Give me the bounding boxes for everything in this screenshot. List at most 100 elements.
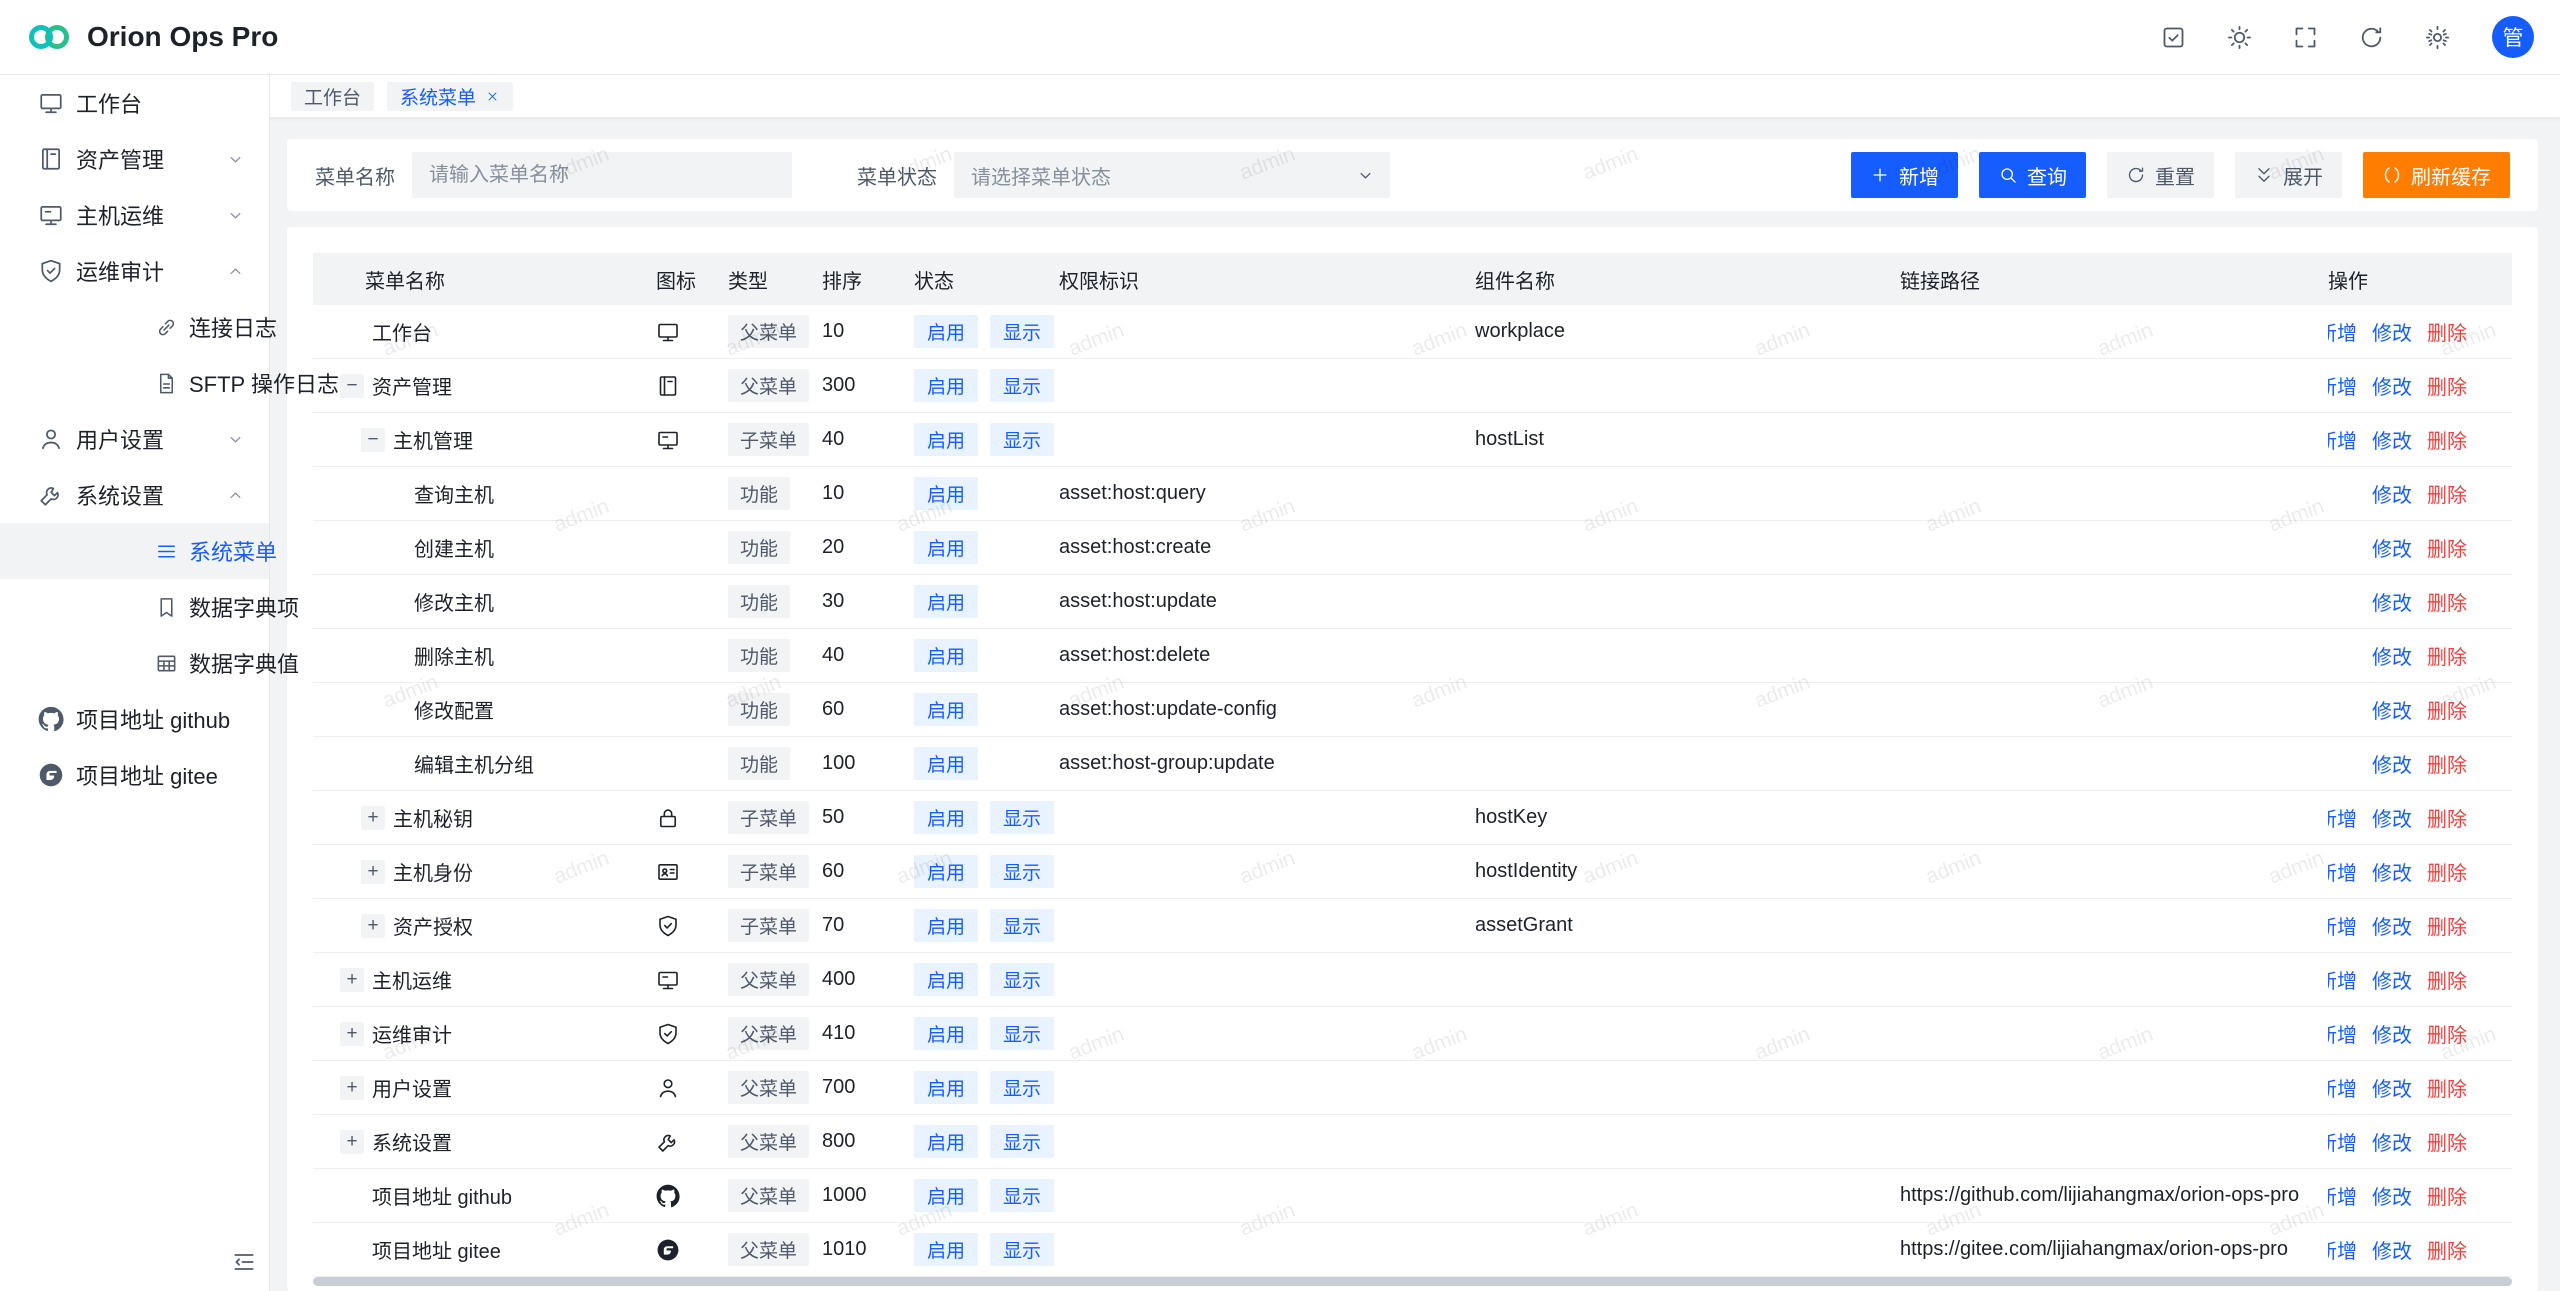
row-action-edit[interactable]: 修改	[2372, 1019, 2412, 1048]
row-action-delete[interactable]: 删除	[2427, 317, 2467, 346]
close-icon[interactable]	[485, 89, 500, 104]
refresh-cache-button[interactable]: 刷新缓存	[2363, 152, 2510, 198]
refresh-icon[interactable]	[2358, 24, 2385, 51]
sort-value: 800	[822, 1115, 914, 1168]
row-action-edit[interactable]: 修改	[2372, 425, 2412, 454]
table-icon	[155, 652, 178, 675]
menu-name: 删除主机	[414, 641, 494, 670]
component-value	[1475, 953, 1900, 1006]
horizontal-scrollbar[interactable]	[313, 1277, 2512, 1286]
expand-row-button[interactable]: +	[361, 914, 385, 938]
sidebar-item[interactable]: 运维审计	[0, 243, 269, 299]
row-action-add[interactable]: 新增	[2328, 911, 2357, 940]
settings-icon[interactable]	[2424, 24, 2451, 51]
row-action-edit[interactable]: 修改	[2372, 857, 2412, 886]
column-header: 权限标识	[1059, 253, 1475, 305]
row-action-add[interactable]: 新增	[2328, 965, 2357, 994]
row-action-add[interactable]: 新增	[2328, 1235, 2357, 1264]
row-action-delete[interactable]: 删除	[2427, 371, 2467, 400]
sidebar-subitem[interactable]: SFTP 操作日志	[0, 355, 269, 411]
sidebar-item[interactable]: 工作台	[0, 75, 269, 131]
permission-value: asset:host-group:update	[1059, 737, 1475, 790]
row-action-add[interactable]: 新增	[2328, 1181, 2357, 1210]
sidebar-item[interactable]: 用户设置	[0, 411, 269, 467]
collapse-sidebar-button[interactable]	[231, 1249, 257, 1275]
row-action-delete[interactable]: 删除	[2427, 533, 2467, 562]
sidebar-item[interactable]: 资产管理	[0, 131, 269, 187]
sidebar-subitem[interactable]: 数据字典项	[0, 579, 269, 635]
row-action-add[interactable]: 新增	[2328, 317, 2357, 346]
row-action-edit[interactable]: 修改	[2372, 479, 2412, 508]
expand-row-button[interactable]: +	[340, 1130, 364, 1154]
reset-button[interactable]: 重置	[2107, 152, 2214, 198]
row-action-add[interactable]: 新增	[2328, 425, 2357, 454]
reset-icon	[2126, 165, 2146, 185]
row-action-edit[interactable]: 修改	[2372, 1073, 2412, 1102]
row-action-edit[interactable]: 修改	[2372, 1127, 2412, 1156]
expand-row-button[interactable]: +	[340, 968, 364, 992]
row-action-edit[interactable]: 修改	[2372, 317, 2412, 346]
search-button[interactable]: 查询	[1979, 152, 2086, 198]
menu-name-input[interactable]	[412, 152, 792, 198]
row-action-edit[interactable]: 修改	[2372, 803, 2412, 832]
row-action-add[interactable]: 新增	[2328, 857, 2357, 886]
row-action-delete[interactable]: 删除	[2427, 965, 2467, 994]
fullscreen-icon[interactable]	[2292, 24, 2319, 51]
row-action-delete[interactable]: 删除	[2427, 749, 2467, 778]
tab[interactable]: 工作台	[291, 82, 374, 111]
row-action-edit[interactable]: 修改	[2372, 641, 2412, 670]
sidebar-subitem[interactable]: 连接日志	[0, 299, 269, 355]
table-row: 创建主机功能20启用asset:host:create修改删除	[313, 521, 2512, 575]
row-action-add[interactable]: 新增	[2328, 371, 2357, 400]
sidebar-item[interactable]: 项目地址 github	[0, 691, 269, 747]
avatar[interactable]: 管	[2492, 16, 2534, 58]
column-header: 排序	[822, 253, 914, 305]
row-action-add[interactable]: 新增	[2328, 1019, 2357, 1048]
expand-row-button[interactable]: +	[340, 1022, 364, 1046]
row-action-delete[interactable]: 删除	[2427, 1235, 2467, 1264]
row-action-delete[interactable]: 删除	[2427, 1181, 2467, 1210]
row-action-edit[interactable]: 修改	[2372, 749, 2412, 778]
row-action-edit[interactable]: 修改	[2372, 1181, 2412, 1210]
row-action-edit[interactable]: 修改	[2372, 695, 2412, 724]
row-action-delete[interactable]: 删除	[2427, 803, 2467, 832]
expand-row-button[interactable]: +	[340, 1076, 364, 1100]
row-action-add[interactable]: 新增	[2328, 1073, 2357, 1102]
sidebar-item[interactable]: 主机运维	[0, 187, 269, 243]
row-action-delete[interactable]: 删除	[2427, 587, 2467, 616]
row-action-add[interactable]: 新增	[2328, 803, 2357, 832]
menu-status-select[interactable]: 请选择菜单状态	[954, 152, 1390, 198]
expand-row-button[interactable]: +	[361, 806, 385, 830]
collapse-row-button[interactable]: −	[361, 428, 385, 452]
tab[interactable]: 系统菜单	[387, 82, 513, 111]
sidebar-subitem[interactable]: 系统菜单	[0, 523, 269, 579]
expand-row-button[interactable]: +	[361, 860, 385, 884]
row-action-edit[interactable]: 修改	[2372, 371, 2412, 400]
sidebar-item[interactable]: 系统设置	[0, 467, 269, 523]
row-action-delete[interactable]: 删除	[2427, 479, 2467, 508]
row-action-edit[interactable]: 修改	[2372, 587, 2412, 616]
row-action-edit[interactable]: 修改	[2372, 533, 2412, 562]
safe-icon	[656, 1022, 680, 1046]
row-action-delete[interactable]: 删除	[2427, 1127, 2467, 1156]
row-action-delete[interactable]: 删除	[2427, 1019, 2467, 1048]
row-action-delete[interactable]: 删除	[2427, 857, 2467, 886]
expand-rows-button[interactable]: 展开	[2235, 152, 2342, 198]
row-action-delete[interactable]: 删除	[2427, 911, 2467, 940]
status-badge: 启用	[914, 963, 978, 996]
row-action-delete[interactable]: 删除	[2427, 695, 2467, 724]
row-action-delete[interactable]: 删除	[2427, 1073, 2467, 1102]
sidebar-item[interactable]: 项目地址 gitee	[0, 747, 269, 803]
add-button[interactable]: 新增	[1851, 152, 1958, 198]
collapse-row-button[interactable]: −	[340, 374, 364, 398]
row-action-edit[interactable]: 修改	[2372, 965, 2412, 994]
row-action-delete[interactable]: 删除	[2427, 641, 2467, 670]
sidebar-subitem[interactable]: 数据字典值	[0, 635, 269, 691]
row-action-edit[interactable]: 修改	[2372, 1235, 2412, 1264]
row-action-delete[interactable]: 删除	[2427, 425, 2467, 454]
row-action-edit[interactable]: 修改	[2372, 911, 2412, 940]
todo-icon[interactable]	[2160, 24, 2187, 51]
theme-icon[interactable]	[2226, 24, 2253, 51]
type-tag: 功能	[728, 747, 790, 780]
row-action-add[interactable]: 新增	[2328, 1127, 2357, 1156]
